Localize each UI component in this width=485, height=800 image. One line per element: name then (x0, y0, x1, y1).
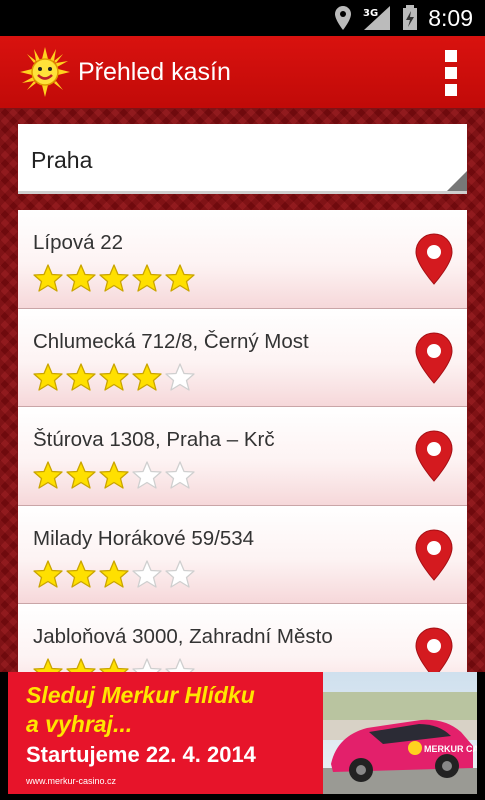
star-empty-icon (165, 461, 195, 489)
battery-icon (403, 5, 418, 30)
star-filled-icon (66, 264, 96, 292)
star-filled-icon (33, 362, 63, 391)
status-bar: 3G 8:09 (0, 0, 485, 36)
star-empty-icon (132, 559, 162, 588)
dropdown-corner-icon (447, 171, 467, 191)
star-filled-icon (165, 264, 195, 292)
action-bar: Přehled kasín (0, 36, 485, 108)
star-filled-icon (66, 461, 96, 489)
star-filled-icon (33, 559, 63, 588)
map-pin-icon[interactable] (415, 627, 453, 672)
star-filled-icon (33, 658, 63, 672)
banner-url: www.merkur-casino.cz (26, 776, 117, 786)
map-pin-icon[interactable] (415, 331, 453, 384)
star-filled-icon (132, 264, 162, 292)
star-filled-icon (66, 559, 96, 588)
star-empty-icon (165, 658, 195, 672)
banner-car-image: MERKUR CASINO (323, 672, 477, 794)
casino-list: Lípová 22 Chlumecká 712/8, Černý Most Štúr… (18, 210, 467, 672)
map-pin-icon[interactable] (415, 528, 453, 581)
star-filled-icon (99, 461, 129, 489)
banner-headline-1: Sleduj Merkur Hlídku (26, 682, 255, 708)
city-dropdown[interactable]: Praha (18, 124, 467, 194)
location-icon (335, 6, 352, 30)
overflow-menu-icon[interactable] (443, 50, 459, 96)
star-empty-icon (132, 461, 162, 489)
signal-icon: 3G (363, 6, 391, 30)
page-title: Přehled kasín (78, 58, 231, 86)
star-filled-icon (99, 559, 129, 588)
star-filled-icon (66, 362, 96, 391)
banner-headline-2: a vyhraj... (26, 711, 133, 737)
casino-list-item[interactable]: Štúrova 1308, Praha – Krč (18, 407, 467, 506)
star-filled-icon (33, 264, 63, 292)
star-empty-icon (132, 658, 162, 672)
casino-list-screen: Praha Lípová 22 Chlumecká 712/8, Černý Mo… (0, 108, 485, 672)
casino-address: Milady Horákové 59/534 (33, 526, 255, 550)
map-pin-icon[interactable] (415, 430, 453, 482)
star-empty-icon (165, 362, 195, 391)
star-filled-icon (132, 362, 162, 391)
star-filled-icon (66, 658, 96, 672)
ad-banner[interactable]: Sleduj Merkur Hlídku a vyhraj... Startuj… (8, 672, 477, 794)
casino-list-item[interactable]: Jabloňová 3000, Zahradní Město (18, 604, 467, 672)
star-filled-icon (99, 658, 129, 672)
casino-rating (32, 559, 196, 589)
casino-address: Štúrova 1308, Praha – Krč (33, 428, 275, 451)
banner-start-date: Startujeme 22. 4. 2014 (26, 742, 256, 767)
star-filled-icon (99, 264, 129, 292)
map-pin-icon[interactable] (415, 233, 453, 285)
casino-address: Lípová 22 (33, 231, 124, 254)
network-type-label: 3G (363, 8, 378, 19)
casino-list-item[interactable]: Lípová 22 (18, 210, 467, 309)
casino-address: Jabloňová 3000, Zahradní Město (33, 625, 333, 648)
star-filled-icon (99, 362, 129, 391)
casino-rating (32, 657, 196, 672)
star-empty-icon (165, 559, 195, 588)
star-filled-icon (33, 461, 63, 489)
clock: 8:09 (428, 4, 473, 31)
casino-rating (32, 460, 196, 490)
casino-list-item[interactable]: Milady Horákové 59/534 (18, 505, 467, 604)
city-dropdown-value: Praha (31, 147, 93, 173)
car-logo-text: MERKUR CASINO (424, 744, 477, 754)
bottom-edge (0, 794, 485, 800)
casino-address: Chlumecká 712/8, Černý Most (33, 329, 309, 353)
casino-rating (32, 362, 196, 392)
casino-list-item[interactable]: Chlumecká 712/8, Černý Most (18, 308, 467, 407)
casino-rating (32, 263, 196, 293)
status-icons: 3G 8:09 (334, 0, 473, 36)
merkur-sun-logo-icon[interactable] (20, 47, 70, 97)
